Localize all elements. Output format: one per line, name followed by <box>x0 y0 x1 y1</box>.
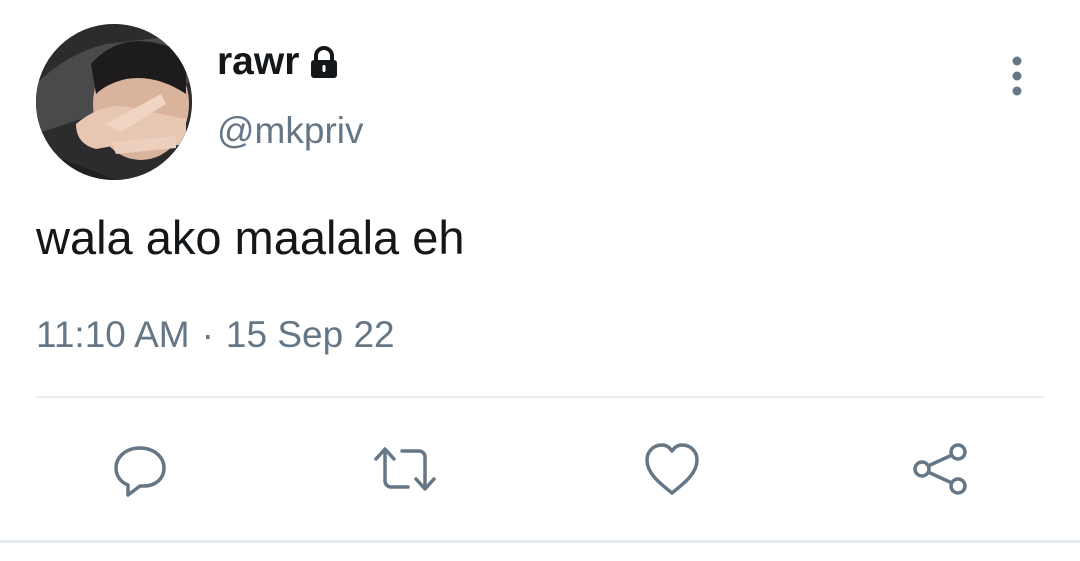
username-handle[interactable]: @mkpriv <box>217 110 364 152</box>
tweet-date: 15 Sep 22 <box>225 314 395 355</box>
tweet-text: wala ako maalala eh <box>36 211 465 264</box>
avatar[interactable] <box>36 24 192 180</box>
heart-icon <box>645 443 699 495</box>
share-button[interactable] <box>904 434 974 504</box>
reply-icon <box>114 446 166 497</box>
retweet-icon <box>374 447 436 491</box>
like-button[interactable] <box>637 434 707 504</box>
divider <box>36 396 1044 398</box>
share-icon <box>913 443 967 495</box>
more-vertical-icon[interactable] <box>1004 54 1030 98</box>
retweet-button[interactable] <box>370 434 440 504</box>
bottom-divider <box>0 540 1080 543</box>
meta-separator: · <box>201 314 214 355</box>
tweet-timestamp: 11:10 AM · 15 Sep 22 <box>36 314 395 356</box>
reply-button[interactable] <box>105 434 175 504</box>
name-row: rawr <box>217 40 341 84</box>
avatar-image <box>36 24 192 180</box>
tweet-time: 11:10 AM <box>36 314 190 355</box>
display-name[interactable]: rawr <box>217 40 299 84</box>
lock-icon <box>307 45 341 85</box>
tweet-detail: rawr @mkpriv wala ako maalala eh 11:10 A… <box>0 0 1080 561</box>
